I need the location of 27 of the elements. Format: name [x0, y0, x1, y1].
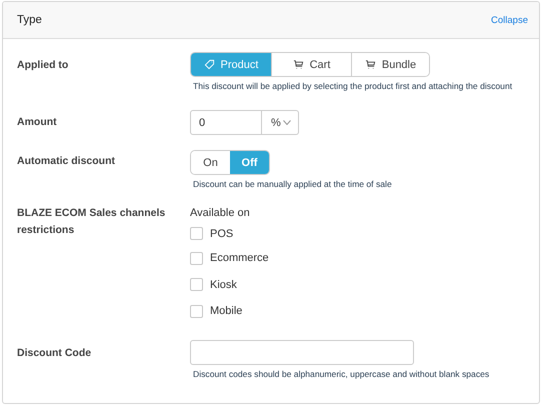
checkbox[interactable] [190, 227, 203, 240]
field-label: Discount Code [17, 346, 92, 360]
checkbox[interactable] [190, 278, 203, 292]
tag-icon [204, 59, 215, 70]
cart-icon [364, 59, 376, 70]
checkbox[interactable] [190, 252, 203, 265]
help-text: Discount codes should be alphanumeric, uppercase and without blank spaces [193, 368, 490, 380]
discount-code-field[interactable] [190, 340, 414, 364]
help-text: Discount can be manually applied at the time of sale [193, 179, 393, 190]
cart-icon [292, 59, 304, 70]
field-label: Automatic discount [17, 154, 116, 169]
chevron-down-icon [282, 120, 291, 125]
checkbox-label: POS [210, 228, 234, 240]
unit-dropdown[interactable]: % [262, 110, 299, 135]
help-text: This discount will be applied by selecting the product first and attaching the discount [193, 81, 514, 92]
field-label: BLAZE ECOM Sales channels restrictions [17, 206, 166, 238]
checkbox-label: Kiosk [210, 278, 237, 291]
panel-title: Type [17, 14, 42, 26]
checkbox-label: Ecommerce [210, 252, 269, 264]
collapse-link[interactable]: Collapse [491, 14, 528, 26]
amount-field[interactable]: 0 [190, 110, 262, 135]
section-heading: Available on [190, 206, 251, 221]
segment-button[interactable]: Bundle [351, 53, 429, 76]
checkbox-label: Mobile [210, 305, 242, 318]
checkbox[interactable] [190, 304, 203, 318]
field-label: Amount [17, 115, 58, 130]
field-label: Applied to [17, 58, 70, 73]
